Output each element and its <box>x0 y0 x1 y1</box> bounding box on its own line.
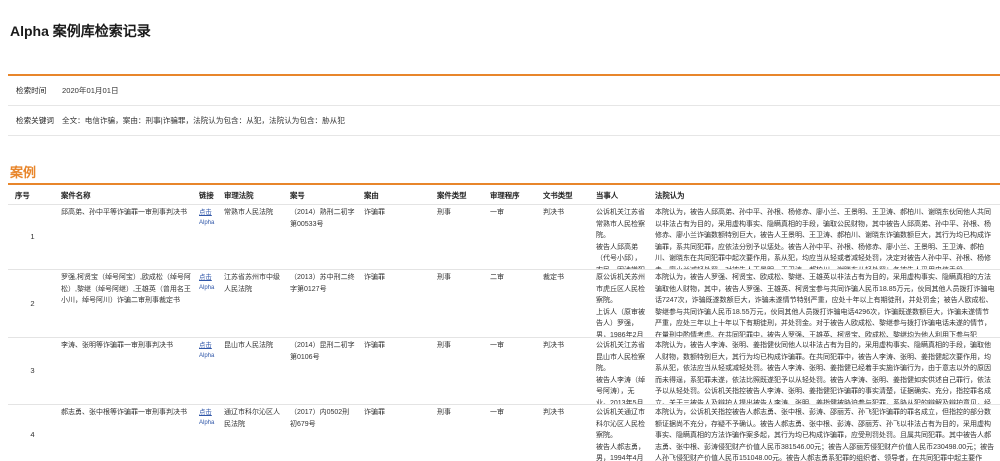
case-type: 刑事 <box>437 209 451 216</box>
search-time-value: 2020年01月01日 <box>62 86 119 95</box>
col-header-parties: 当事人 <box>596 190 619 200</box>
court-opinion: 本院认为，被告人李涛、张明、姜指健伙同他人以非法占有为目的，采用虚构事实、隐瞒真… <box>655 342 991 404</box>
court: 江苏省苏州市中级人民法院 <box>224 274 280 293</box>
case-type: 刑事 <box>437 274 451 281</box>
case-cause: 诈骗罪 <box>364 209 385 216</box>
cases-table: 序号 案件名称 链接 审理法院 案号 案由 案件类型 审理程序 文书类型 当事人… <box>8 186 1000 461</box>
case-cause: 诈骗罪 <box>364 342 385 349</box>
case-link-label[interactable]: 点击 <box>199 273 216 283</box>
row-number: 4 <box>30 429 35 439</box>
col-header-opinion: 法院认为 <box>655 190 685 200</box>
court-opinion: 本院认为，被告人罗强、柯贤宝、欧成松、黎继、王雄英以非法占有为目的，采用虚构事实… <box>655 274 995 337</box>
trial-procedure: 一审 <box>490 342 504 349</box>
case-number: （2013）苏中刑二终字第0127号 <box>290 274 355 293</box>
search-criteria: 检索时间 2020年01月01日 检索关键词 全文：电信诈骗，案由：刑事|诈骗罪… <box>8 74 1000 136</box>
document-type: 判决书 <box>543 209 564 216</box>
case-name: 罗强,柯贤宝（绰号阿宝）,欧成松（绰号阿松）,黎继（绰号阿继）,王雄英（曾用名王… <box>61 274 191 304</box>
search-time-row: 检索时间 2020年01月01日 <box>8 76 1000 106</box>
court-opinion: 本院认为，被告人邱高弟、孙中平、孙根、杨修赤、廖小兰、王景明、王卫涛、郝柏川、谢… <box>655 209 991 269</box>
case-link[interactable]: 点击 Alpha <box>195 405 220 461</box>
table-row: 4 郝志勇、张中根等诈骗罪一审刑事判决书 点击 Alpha 通辽市科尔沁区人民法… <box>8 405 1000 461</box>
col-header-type: 案件类型 <box>437 190 467 200</box>
case-cause: 诈骗罪 <box>364 409 385 416</box>
search-keywords-row: 检索关键词 全文：电信诈骗，案由：刑事|诈骗罪，法院认为包含：从犯，法院认为包含… <box>8 106 1000 136</box>
case-link-brand[interactable]: Alpha <box>199 218 216 228</box>
col-header-name: 案件名称 <box>61 190 91 200</box>
col-header-no: 序号 <box>15 190 30 200</box>
parties: 公诉机关江苏省常熟市人民检察院。 被告人邱高弟（代号小邱），农民，因涉嫌犯 <box>596 209 645 269</box>
case-number: （2017）内0502刑初679号 <box>290 409 350 428</box>
case-type: 刑事 <box>437 409 451 416</box>
case-link-label[interactable]: 点击 <box>199 341 216 351</box>
case-cause: 诈骗罪 <box>364 274 385 281</box>
document-type: 判决书 <box>543 409 564 416</box>
parties: 原公诉机关苏州市虎丘区人民检察院。 上诉人（原审被告人）罗强，男，1986年2月 <box>596 274 645 337</box>
case-link[interactable]: 点击 Alpha <box>195 338 220 404</box>
court: 常熟市人民法院 <box>224 209 273 216</box>
court: 昆山市人民法院 <box>224 342 273 349</box>
col-header-doc-type: 文书类型 <box>543 190 573 200</box>
col-header-link: 链接 <box>199 190 214 200</box>
case-link-label[interactable]: 点击 <box>199 408 216 418</box>
case-type: 刑事 <box>437 342 451 349</box>
table-row: 2 罗强,柯贤宝（绰号阿宝）,欧成松（绰号阿松）,黎继（绰号阿继）,王雄英（曾用… <box>8 270 1000 338</box>
trial-procedure: 二审 <box>490 274 504 281</box>
case-name: 邱高弟、孙中平等诈骗罪一审刑事判决书 <box>61 209 187 216</box>
document-type: 判决书 <box>543 342 564 349</box>
trial-procedure: 一审 <box>490 409 504 416</box>
case-link-brand[interactable]: Alpha <box>199 418 216 428</box>
row-number: 1 <box>30 232 35 242</box>
case-link-brand[interactable]: Alpha <box>199 283 216 293</box>
col-header-case-no: 案号 <box>290 190 305 200</box>
col-header-cause: 案由 <box>364 190 379 200</box>
table-row: 1 邱高弟、孙中平等诈骗罪一审刑事判决书 点击 Alpha 常熟市人民法院 （2… <box>8 205 1000 270</box>
case-link-brand[interactable]: Alpha <box>199 351 216 361</box>
trial-procedure: 一审 <box>490 209 504 216</box>
case-name: 郝志勇、张中根等诈骗罪一审刑事判决书 <box>61 409 187 416</box>
search-keywords-value: 全文：电信诈骗，案由：刑事|诈骗罪，法院认为包含：从犯，法院认为包含：胁从犯 <box>62 116 345 125</box>
case-name: 李涛、张明等诈骗罪一审刑事判决书 <box>61 342 173 349</box>
row-number: 3 <box>30 366 35 376</box>
row-number: 2 <box>30 298 35 308</box>
parties: 公诉机关江苏省昆山市人民检察院。 被告人李涛（绰号阿涛），无业。2013年5月 <box>596 342 645 404</box>
court: 通辽市科尔沁区人民法院 <box>224 409 280 428</box>
col-header-court: 审理法院 <box>224 190 254 200</box>
col-header-procedure: 审理程序 <box>490 190 520 200</box>
search-time-label: 检索时间 <box>16 86 47 95</box>
document-type: 裁定书 <box>543 274 564 281</box>
case-link[interactable]: 点击 Alpha <box>195 270 220 337</box>
search-keywords-label: 检索关键词 <box>16 116 54 125</box>
cases-section-title: 案例 <box>10 165 37 180</box>
page-title: Alpha 案例库检索记录 <box>10 23 151 39</box>
case-link[interactable]: 点击 Alpha <box>195 205 220 269</box>
table-row: 3 李涛、张明等诈骗罪一审刑事判决书 点击 Alpha 昆山市人民法院 （201… <box>8 338 1000 405</box>
court-opinion: 本院认为，公诉机关指控被告人郝志勇、张中根、彭涛、邵丽芳、孙飞犯诈骗罪的罪名成立… <box>655 409 995 461</box>
case-link-label[interactable]: 点击 <box>199 208 216 218</box>
parties: 公诉机关通辽市科尔沁区人民检察院。 被告人郝志勇，男，1994年4月 <box>596 409 645 461</box>
table-header: 序号 案件名称 链接 审理法院 案号 案由 案件类型 审理程序 文书类型 当事人… <box>8 186 1000 205</box>
section-divider <box>8 183 1000 185</box>
case-number: （2014）昆刑二初字第0106号 <box>290 342 355 361</box>
case-number: （2014）熟刑二初字第00533号 <box>290 209 355 228</box>
